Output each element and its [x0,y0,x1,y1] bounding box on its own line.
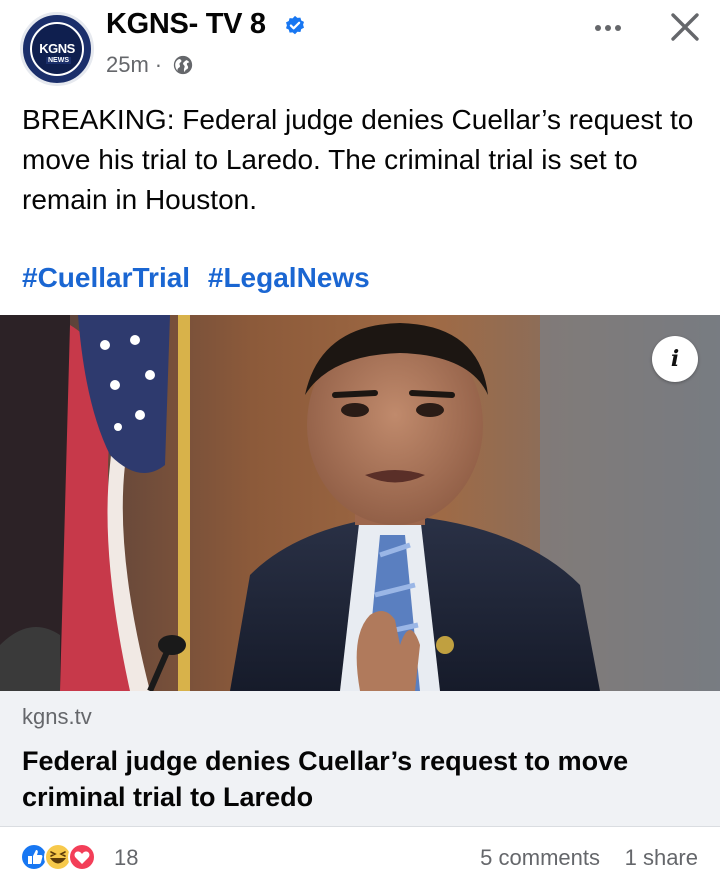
page-avatar[interactable]: KGNS NEWS [20,12,94,86]
press-conference-photo [0,315,720,691]
post-meta: 25m · [106,52,194,78]
globe-icon [173,55,193,75]
shares-count[interactable]: 1 share [625,845,698,871]
post-body-text: BREAKING: Federal judge denies Cuellar’s… [22,104,694,215]
post-header: KGNS NEWS KGNS- TV 8 25m · [0,0,720,96]
like-reaction-icon [20,843,48,871]
more-options-icon[interactable] [588,10,628,42]
post-footer: 18 5 comments 1 share [0,828,720,871]
verified-badge-icon [286,15,304,35]
info-icon[interactable]: i [652,336,698,382]
link-domain: kgns.tv [22,704,92,729]
page-name[interactable]: KGNS- TV 8 [106,8,266,41]
avatar-logo: KGNS NEWS [30,22,84,76]
meta-separator: · [154,52,163,77]
haha-reaction-icon [44,843,72,871]
link-title: Federal judge denies Cuellar’s request t… [22,746,629,812]
love-reaction-icon [68,843,96,871]
reactions-summary[interactable] [20,842,110,871]
reaction-count[interactable]: 18 [114,845,138,871]
comments-count[interactable]: 5 comments [480,845,600,871]
link-preview-card[interactable]: kgns.tv Federal judge denies Cuellar’s r… [0,691,720,827]
hashtag-link[interactable]: #CuellarTrial [22,262,190,293]
close-icon[interactable] [664,6,706,48]
hashtag-link[interactable]: #LegalNews [208,262,370,293]
hashtag-row: #CuellarTrial #LegalNews [22,262,380,294]
post-time[interactable]: 25m [106,52,149,78]
avatar-logo-subtext: NEWS [46,57,71,64]
avatar-logo-text: KGNS [39,41,75,56]
article-photo[interactable] [0,315,720,691]
